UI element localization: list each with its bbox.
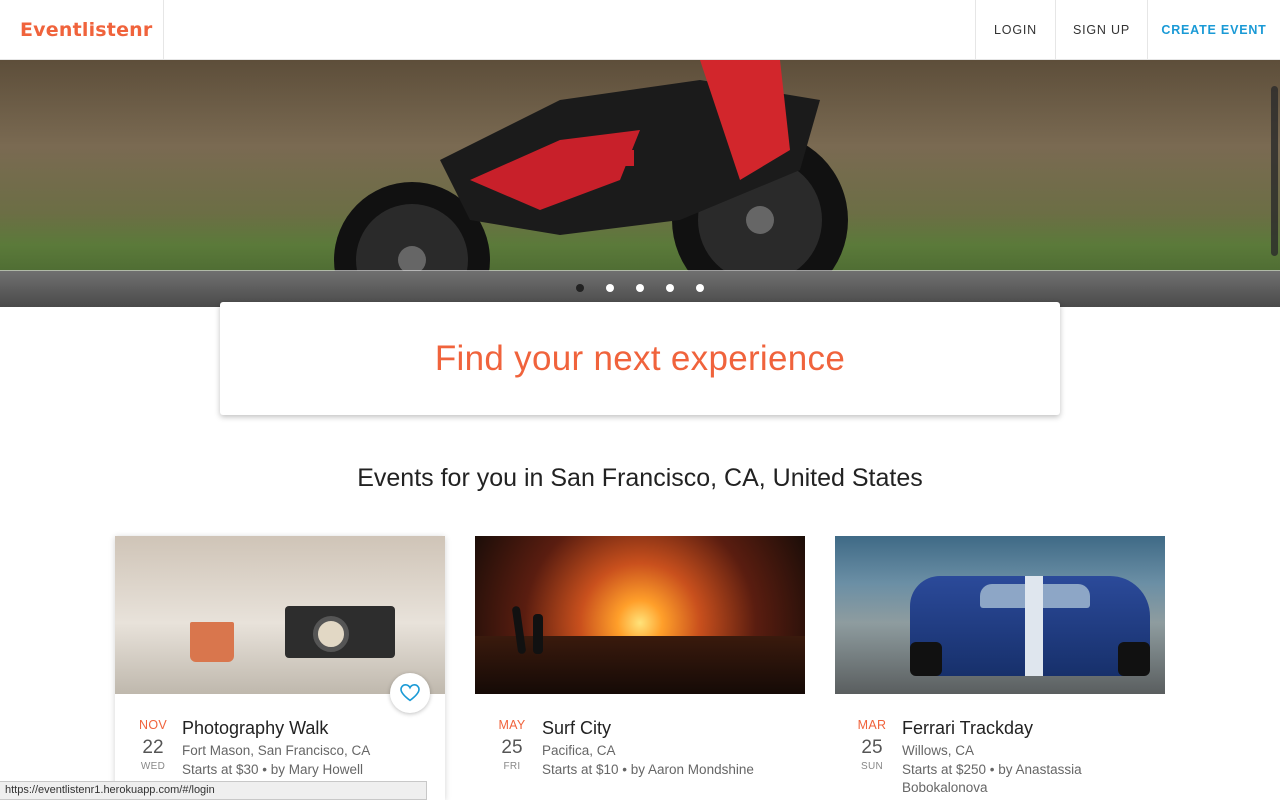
heart-outline-icon bbox=[400, 684, 420, 702]
event-location: Fort Mason, San Francisco, CA bbox=[182, 743, 371, 758]
event-info: Photography Walk Fort Mason, San Francis… bbox=[182, 718, 442, 779]
status-bar-url: https://eventlistenr1.herokuapp.com/#/lo… bbox=[0, 781, 427, 800]
logo[interactable]: Eventlistenr bbox=[20, 19, 152, 41]
event-month: MAY bbox=[498, 718, 526, 732]
event-location: Willows, CA bbox=[902, 743, 975, 758]
event-date: MAY 25 FRI bbox=[496, 718, 528, 772]
search-placeholder: Find your next experience bbox=[434, 338, 846, 378]
event-location: Pacifica, CA bbox=[542, 743, 616, 758]
lens-shape bbox=[313, 616, 349, 652]
event-weekday: SUN bbox=[860, 761, 883, 772]
create-event-link[interactable]: CREATE EVENT bbox=[1147, 0, 1280, 60]
mug-shape bbox=[190, 622, 234, 662]
carousel-dot-1[interactable] bbox=[576, 284, 584, 292]
event-info: Surf City Pacifica, CA Starts at $10 • b… bbox=[542, 718, 802, 779]
event-date: NOV 22 WED bbox=[137, 718, 169, 772]
event-weekday: FRI bbox=[503, 761, 521, 772]
event-card[interactable]: MAR 25 SUN Ferrari Trackday Willows, CA … bbox=[835, 536, 1165, 800]
car-tire bbox=[1118, 642, 1150, 676]
event-image[interactable] bbox=[115, 536, 445, 694]
event-title[interactable]: Ferrari Trackday bbox=[902, 718, 1162, 739]
event-card[interactable]: NOV 22 WED Photography Walk Fort Mason, … bbox=[115, 536, 445, 800]
event-title[interactable]: Surf City bbox=[542, 718, 802, 739]
search-box[interactable]: Find your next experience bbox=[220, 302, 1060, 415]
scrollbar-thumb[interactable] bbox=[1271, 86, 1278, 256]
car-stripe bbox=[1025, 576, 1043, 676]
event-month: NOV bbox=[139, 718, 167, 732]
event-price-host: Starts at $10 • by Aaron Mondshine bbox=[542, 762, 754, 777]
top-navbar: Eventlistenr LOGIN SIGN UP CREATE EVENT bbox=[0, 0, 1280, 60]
event-price-host: Starts at $250 • by Anastassia Bobokalon… bbox=[902, 762, 1082, 795]
carousel-dots bbox=[576, 284, 704, 292]
login-link[interactable]: LOGIN bbox=[975, 0, 1055, 60]
car-tire bbox=[910, 642, 942, 676]
event-day: 22 bbox=[142, 737, 164, 758]
section-title: Events for you in San Francisco, CA, Uni… bbox=[357, 464, 923, 492]
event-month: MAR bbox=[857, 718, 887, 732]
carousel-dot-3[interactable] bbox=[636, 284, 644, 292]
event-title[interactable]: Photography Walk bbox=[182, 718, 442, 739]
event-info: Ferrari Trackday Willows, CA Starts at $… bbox=[902, 718, 1162, 797]
event-price-host: Starts at $30 • by Mary Howell bbox=[182, 762, 364, 777]
hero-carousel bbox=[0, 60, 1280, 307]
event-image[interactable] bbox=[475, 536, 805, 694]
car-shape bbox=[910, 576, 1150, 676]
event-weekday: WED bbox=[140, 761, 166, 772]
favorite-button[interactable] bbox=[390, 673, 430, 713]
signup-link[interactable]: SIGN UP bbox=[1055, 0, 1147, 60]
event-image[interactable] bbox=[835, 536, 1165, 694]
carousel-dot-5[interactable] bbox=[696, 284, 704, 292]
event-day: 25 bbox=[861, 737, 883, 758]
carousel-dot-2[interactable] bbox=[606, 284, 614, 292]
event-card[interactable]: MAY 25 FRI Surf City Pacifica, CA Starts… bbox=[475, 536, 805, 800]
event-day: 25 bbox=[501, 737, 523, 758]
carousel-dot-4[interactable] bbox=[666, 284, 674, 292]
logo-container[interactable]: Eventlistenr bbox=[0, 0, 164, 60]
nav-links: LOGIN SIGN UP CREATE EVENT bbox=[975, 0, 1280, 60]
event-date: MAR 25 SUN bbox=[856, 718, 888, 772]
surfer-shape bbox=[533, 614, 543, 654]
